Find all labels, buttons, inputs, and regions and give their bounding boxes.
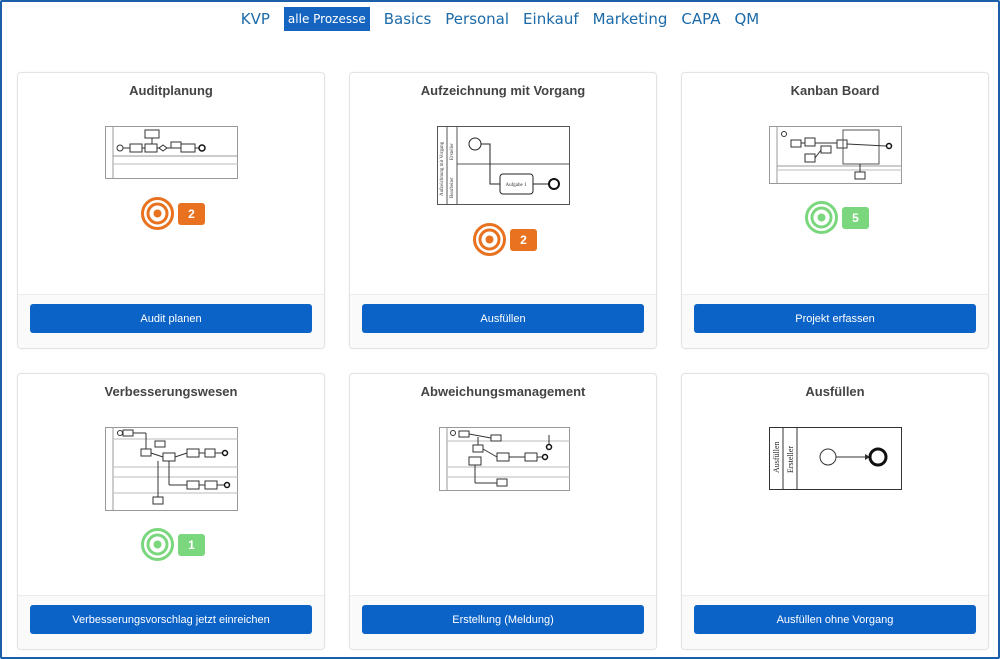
category-nav: KVP alle Prozesse Basics Personal Einkau… — [2, 6, 998, 32]
card-title: Verbesserungswesen — [104, 384, 238, 399]
ausfuellen-button[interactable]: Ausfüllen — [362, 304, 644, 333]
status-count-badge: 2 — [178, 202, 205, 225]
process-diagram-thumbnail[interactable] — [105, 427, 238, 511]
lane-title: Ausfüllen — [772, 441, 781, 473]
status-indicator: 2 — [473, 223, 537, 256]
card-title: Auditplanung — [129, 83, 213, 98]
card-footer: Ausfüllen ohne Vorgang — [682, 595, 988, 649]
target-icon — [473, 223, 506, 256]
card-title: Ausfüllen — [805, 384, 865, 399]
erstellung-meldung-button[interactable]: Erstellung (Meldung) — [362, 605, 644, 634]
process-diagram-thumbnail[interactable] — [439, 427, 570, 491]
nav-tab-alle-prozesse[interactable]: alle Prozesse — [283, 7, 370, 31]
projekt-erfassen-button[interactable]: Projekt erfassen — [694, 304, 976, 333]
status-count-badge: 2 — [510, 228, 537, 251]
card-footer: Erstellung (Meldung) — [350, 595, 656, 649]
nav-tab-einkauf[interactable]: Einkauf — [523, 7, 579, 31]
nav-tab-marketing[interactable]: Marketing — [593, 7, 668, 31]
process-card-aufzeichnung-mit-vorgang: Aufzeichnung mit Vorgang Aufzeichnung mi… — [349, 72, 657, 349]
status-count-badge: 1 — [178, 533, 205, 556]
lane-ersteller: Ersteller — [786, 446, 795, 473]
process-card-abweichungsmanagement: Abweichungsmanagement Erstellung (Meldun… — [349, 373, 657, 650]
lane-bearbeiter: Bearbeiter — [450, 177, 455, 198]
process-diagram-thumbnail[interactable]: Aufzeichnung mit Vorgang Ersteller Bearb… — [437, 126, 570, 205]
process-diagram-thumbnail[interactable] — [105, 126, 238, 179]
card-title: Kanban Board — [790, 83, 880, 98]
process-card-auditplanung: Auditplanung 2 Audit planen — [17, 72, 325, 349]
card-footer: Projekt erfassen — [682, 294, 988, 348]
card-title: Abweichungsmanagement — [420, 384, 586, 399]
process-card-verbesserungswesen: Verbesserungswesen 1 Verbesserungsvorsch… — [17, 373, 325, 650]
nav-tab-personal[interactable]: Personal — [445, 7, 509, 31]
status-indicator: 5 — [805, 201, 869, 234]
card-title: Aufzeichnung mit Vorgang — [420, 83, 586, 98]
process-card-ausfuellen: Ausfüllen Ausfüllen Ersteller Ausfüllen … — [681, 373, 989, 650]
process-diagram-thumbnail[interactable] — [769, 126, 902, 184]
process-diagram-thumbnail[interactable]: Ausfüllen Ersteller — [769, 427, 902, 490]
lane-title: Aufzeichnung mit Vorgang — [440, 141, 445, 196]
lane-ersteller: Ersteller — [450, 143, 455, 160]
task-label: Aufgabe 1 — [506, 183, 527, 188]
status-count-badge: 5 — [842, 206, 869, 229]
card-footer: Audit planen — [18, 294, 324, 348]
card-footer: Ausfüllen — [350, 294, 656, 348]
nav-tab-kvp[interactable]: KVP — [241, 7, 270, 31]
target-icon — [141, 197, 174, 230]
app-frame: KVP alle Prozesse Basics Personal Einkau… — [0, 0, 1000, 659]
nav-tab-basics[interactable]: Basics — [384, 7, 432, 31]
audit-planen-button[interactable]: Audit planen — [30, 304, 312, 333]
ausfuellen-ohne-vorgang-button[interactable]: Ausfüllen ohne Vorgang — [694, 605, 976, 634]
target-icon — [805, 201, 838, 234]
verbesserungsvorschlag-einreichen-button[interactable]: Verbesserungsvorschlag jetzt einreichen — [30, 605, 312, 634]
status-indicator: 1 — [141, 528, 205, 561]
nav-tab-capa[interactable]: CAPA — [681, 7, 720, 31]
status-indicator: 2 — [141, 197, 205, 230]
process-card-kanban-board: Kanban Board 5 Projekt erfassen — [681, 72, 989, 349]
target-icon — [141, 528, 174, 561]
nav-tab-qm[interactable]: QM — [734, 7, 759, 31]
card-footer: Verbesserungsvorschlag jetzt einreichen — [18, 595, 324, 649]
